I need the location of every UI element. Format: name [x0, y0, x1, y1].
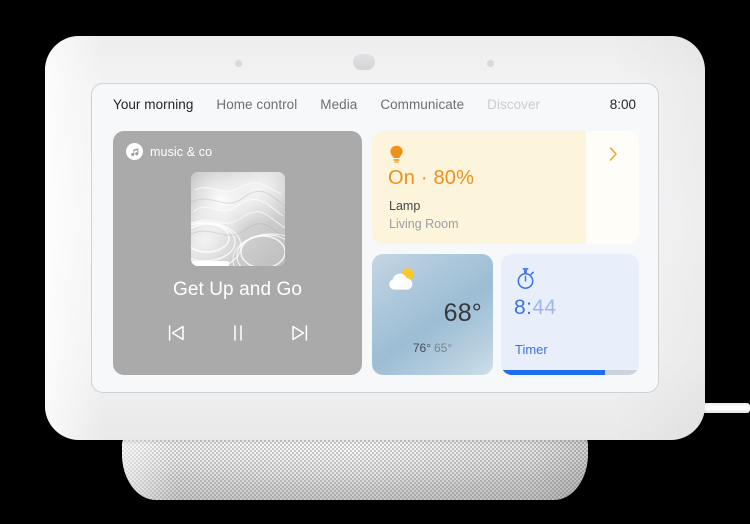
timer-display: 8:44: [514, 296, 557, 320]
timer-card[interactable]: 8:44 Timer: [501, 254, 639, 375]
screenshot-stage: Your morning Home control Media Communic…: [0, 0, 750, 524]
lamp-state-label: On · 80%: [388, 167, 475, 189]
timer-seconds: 44: [532, 296, 557, 319]
track-progress-bar: [191, 261, 229, 266]
pause-icon[interactable]: [226, 321, 250, 345]
music-source: music & co: [126, 143, 212, 160]
display-screen: Your morning Home control Media Communic…: [91, 83, 659, 393]
high-low-temperature: 76° 65°: [372, 341, 493, 355]
camera-sensor-icon: [353, 54, 375, 70]
album-artwork: [191, 172, 285, 266]
tab-communicate[interactable]: Communicate: [380, 97, 464, 112]
music-source-label: music & co: [150, 144, 213, 159]
lamp-control-card[interactable]: On · 80% Lamp Living Room: [372, 131, 639, 244]
tab-discover[interactable]: Discover: [487, 97, 540, 112]
high-temperature: 76°: [412, 341, 431, 355]
lamp-device-name: Lamp: [389, 199, 421, 213]
chevron-right-icon[interactable]: [608, 146, 619, 167]
tab-home-control[interactable]: Home control: [216, 97, 297, 112]
tab-media[interactable]: Media: [320, 97, 357, 112]
tab-your-morning[interactable]: Your morning: [113, 97, 193, 112]
weather-card[interactable]: 68° 76° 65°: [372, 254, 493, 375]
playback-controls: [113, 321, 362, 345]
status-clock: 8:00: [609, 97, 636, 112]
timer-progress-track: [501, 370, 639, 375]
partly-cloudy-icon: [385, 266, 419, 297]
timer-minutes: 8:: [514, 296, 533, 319]
track-title: Get Up and Go: [172, 279, 303, 300]
skip-previous-icon[interactable]: [164, 321, 188, 345]
lamp-room-label: Living Room: [389, 217, 459, 231]
low-temperature: 65°: [434, 341, 453, 355]
lightbulb-icon: [389, 145, 404, 169]
stopwatch-icon: [515, 267, 536, 295]
top-navigation: Your morning Home control Media Communic…: [92, 84, 658, 125]
ambient-light-sensor-2-icon: [487, 60, 494, 67]
music-note-icon: [126, 143, 143, 160]
ambient-light-sensor-icon: [235, 60, 242, 67]
timer-progress-fill: [501, 370, 605, 375]
speaker-base: [122, 434, 588, 500]
music-player-card[interactable]: music & co Get Up and Go: [113, 131, 362, 375]
skip-next-icon[interactable]: [288, 321, 312, 345]
timer-label: Timer: [515, 342, 548, 357]
current-temperature: 68°: [443, 299, 482, 327]
card-grid: music & co Get Up and Go On · 80% Lamp L…: [113, 131, 639, 375]
